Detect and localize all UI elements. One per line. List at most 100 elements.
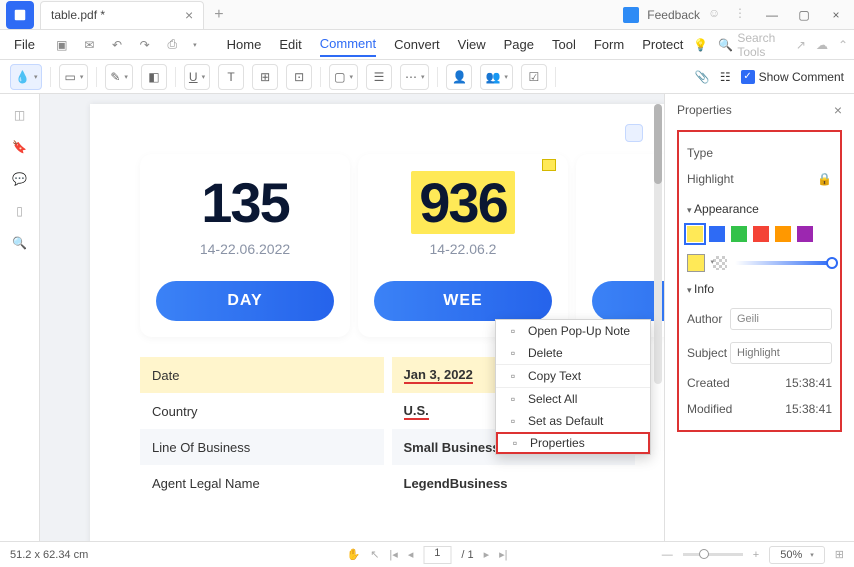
close-button[interactable]: × (824, 3, 848, 27)
show-comment-label: Show Comment (759, 70, 844, 84)
textbox-tool[interactable]: ⊞ (252, 64, 278, 90)
dist-tool[interactable]: ⋯▾ (400, 64, 430, 90)
ctx-properties[interactable]: ▫Properties (496, 432, 650, 454)
eraser-tool[interactable]: ◧ (141, 64, 167, 90)
search-tools[interactable]: 🔍 Search Tools (718, 31, 786, 59)
annotate-tool[interactable]: ▭▾ (59, 64, 88, 90)
redo-icon[interactable]: ↷ (136, 35, 154, 55)
ctx-select-all[interactable]: ▫Select All (496, 388, 650, 410)
menu-protect[interactable]: Protect (642, 33, 683, 56)
ctx-delete[interactable]: ▫Delete (496, 342, 650, 364)
context-menu: ▫Open Pop-Up Note▫Delete▫Copy Text▫Selec… (495, 319, 651, 455)
bookmarks-icon[interactable]: 🔖 (12, 140, 27, 154)
zoom-select[interactable]: 50% ▾ (769, 546, 825, 564)
expand-icon[interactable]: ⌃ (838, 38, 848, 52)
undo-icon[interactable]: ↶ (108, 35, 126, 55)
menu-page[interactable]: Page (504, 33, 534, 56)
ctx-open-pop-up-note[interactable]: ▫Open Pop-Up Note (496, 320, 650, 342)
print-icon[interactable]: ⎙ (164, 35, 182, 55)
subject-input[interactable] (730, 342, 832, 364)
popup-note-icon[interactable] (542, 159, 556, 171)
measure-tool[interactable]: ☰ (366, 64, 392, 90)
ctx-icon: ▫ (506, 414, 520, 428)
text-tool[interactable]: T (218, 64, 244, 90)
thumbnails-icon[interactable]: ◫ (14, 108, 25, 122)
callout-tool[interactable]: ⊡ (286, 64, 312, 90)
zoom-slider[interactable] (683, 553, 743, 556)
vertical-scrollbar[interactable] (654, 104, 662, 384)
prev-page-icon[interactable]: ◂ (408, 548, 414, 561)
menu-edit[interactable]: Edit (279, 33, 301, 56)
color-swatch[interactable] (709, 226, 725, 242)
hand-tool-icon[interactable]: ✋ (347, 548, 361, 561)
show-comment-toggle[interactable]: ✓ Show Comment (741, 70, 844, 84)
fit-page-icon[interactable]: ⊞ (835, 548, 844, 561)
attachments-icon[interactable]: ▯ (16, 204, 23, 218)
color-swatch[interactable] (753, 226, 769, 242)
shape-tool[interactable]: ▢▾ (329, 64, 358, 90)
user-icon[interactable]: ☺ (708, 6, 726, 24)
author-input[interactable] (730, 308, 832, 330)
save-icon[interactable]: ▣ (53, 35, 71, 55)
next-page-icon[interactable]: ▸ (484, 548, 490, 561)
sign-tool[interactable]: 👥▾ (480, 64, 512, 90)
mail-icon[interactable]: ✉ (81, 35, 99, 55)
underline-tool[interactable]: U▾ (184, 64, 210, 90)
menu-convert[interactable]: Convert (394, 33, 440, 56)
appearance-section[interactable]: Appearance (687, 192, 832, 222)
ctx-copy-text[interactable]: ▫Copy Text (496, 365, 650, 387)
card-button[interactable]: DAY (156, 281, 334, 321)
properties-highlight-box: Type Highlight 🔒 Appearance ▾ Info Autho… (677, 130, 842, 432)
menu-tool[interactable]: Tool (552, 33, 576, 56)
minimize-button[interactable]: — (760, 3, 784, 27)
table-cell: LegendBusiness (392, 465, 636, 501)
canvas[interactable]: 135 14-22.06.2022 DAY936 14-22.06.2 WEE3… (40, 94, 664, 541)
stamp-tool[interactable]: 👤 (446, 64, 472, 90)
last-page-icon[interactable]: ▸| (499, 548, 507, 561)
toolbar: 💧▾ ▭▾ ✎▾ ◧ U▾ T ⊞ ⊡ ▢▾ ☰ ⋯▾ 👤 👥▾ ☑ 📎 ☷ ✓… (0, 60, 854, 94)
close-panel-icon[interactable]: × (834, 102, 842, 118)
pencil-tool[interactable]: ✎▾ (105, 64, 133, 90)
select-tool-icon[interactable]: ↖ (370, 548, 379, 561)
float-widget-icon[interactable] (625, 124, 643, 142)
menu-home[interactable]: Home (227, 33, 262, 56)
close-tab-icon[interactable]: × (185, 7, 193, 23)
first-page-icon[interactable]: |◂ (389, 548, 397, 561)
tab-active[interactable]: table.pdf * × (40, 1, 204, 29)
card-button[interactable]: WEE (374, 281, 552, 321)
menu-comment[interactable]: Comment (320, 32, 376, 57)
zoom-out-icon[interactable]: — (662, 549, 673, 561)
color-swatch[interactable] (775, 226, 791, 242)
color-swatch[interactable] (687, 226, 703, 242)
chevron-down-icon[interactable]: ▾ (193, 41, 197, 49)
comments-panel-icon[interactable]: ☷ (720, 70, 731, 84)
page-total: / 1 (461, 549, 473, 561)
card-date: 14-22.06.2 (374, 241, 552, 257)
note-tool[interactable]: 💧▾ (10, 64, 42, 90)
maximize-button[interactable]: ▢ (792, 3, 816, 27)
menu-view[interactable]: View (458, 33, 486, 56)
color-swatch[interactable] (797, 226, 813, 242)
cloud-icon[interactable]: ☁ (816, 38, 828, 52)
export-icon[interactable]: ↗ (796, 38, 806, 52)
feedback-label[interactable]: Feedback (647, 8, 700, 22)
more-icon[interactable]: ⋮ (734, 6, 752, 24)
attach-icon[interactable]: 📎 (695, 70, 710, 84)
add-tab-button[interactable]: + (214, 6, 223, 24)
search-left-icon[interactable]: 🔍 (12, 236, 27, 250)
transparency-pattern-icon[interactable] (713, 256, 727, 270)
zoom-in-icon[interactable]: + (753, 549, 759, 561)
color-swatch[interactable] (731, 226, 747, 242)
approve-tool[interactable]: ☑ (521, 64, 547, 90)
fill-color-button[interactable]: ▾ (687, 254, 705, 272)
ctx-icon: ▫ (506, 369, 520, 383)
lock-icon[interactable]: 🔒 (817, 172, 832, 186)
menu-form[interactable]: Form (594, 33, 624, 56)
info-section[interactable]: Info (687, 272, 832, 302)
bulb-icon[interactable]: 💡 (693, 38, 708, 52)
page-input[interactable]: 1 (423, 546, 451, 564)
opacity-slider[interactable] (735, 261, 832, 265)
ctx-set-as-default[interactable]: ▫Set as Default (496, 410, 650, 432)
comments-icon[interactable]: 💬 (12, 172, 27, 186)
file-menu[interactable]: File (6, 33, 43, 56)
